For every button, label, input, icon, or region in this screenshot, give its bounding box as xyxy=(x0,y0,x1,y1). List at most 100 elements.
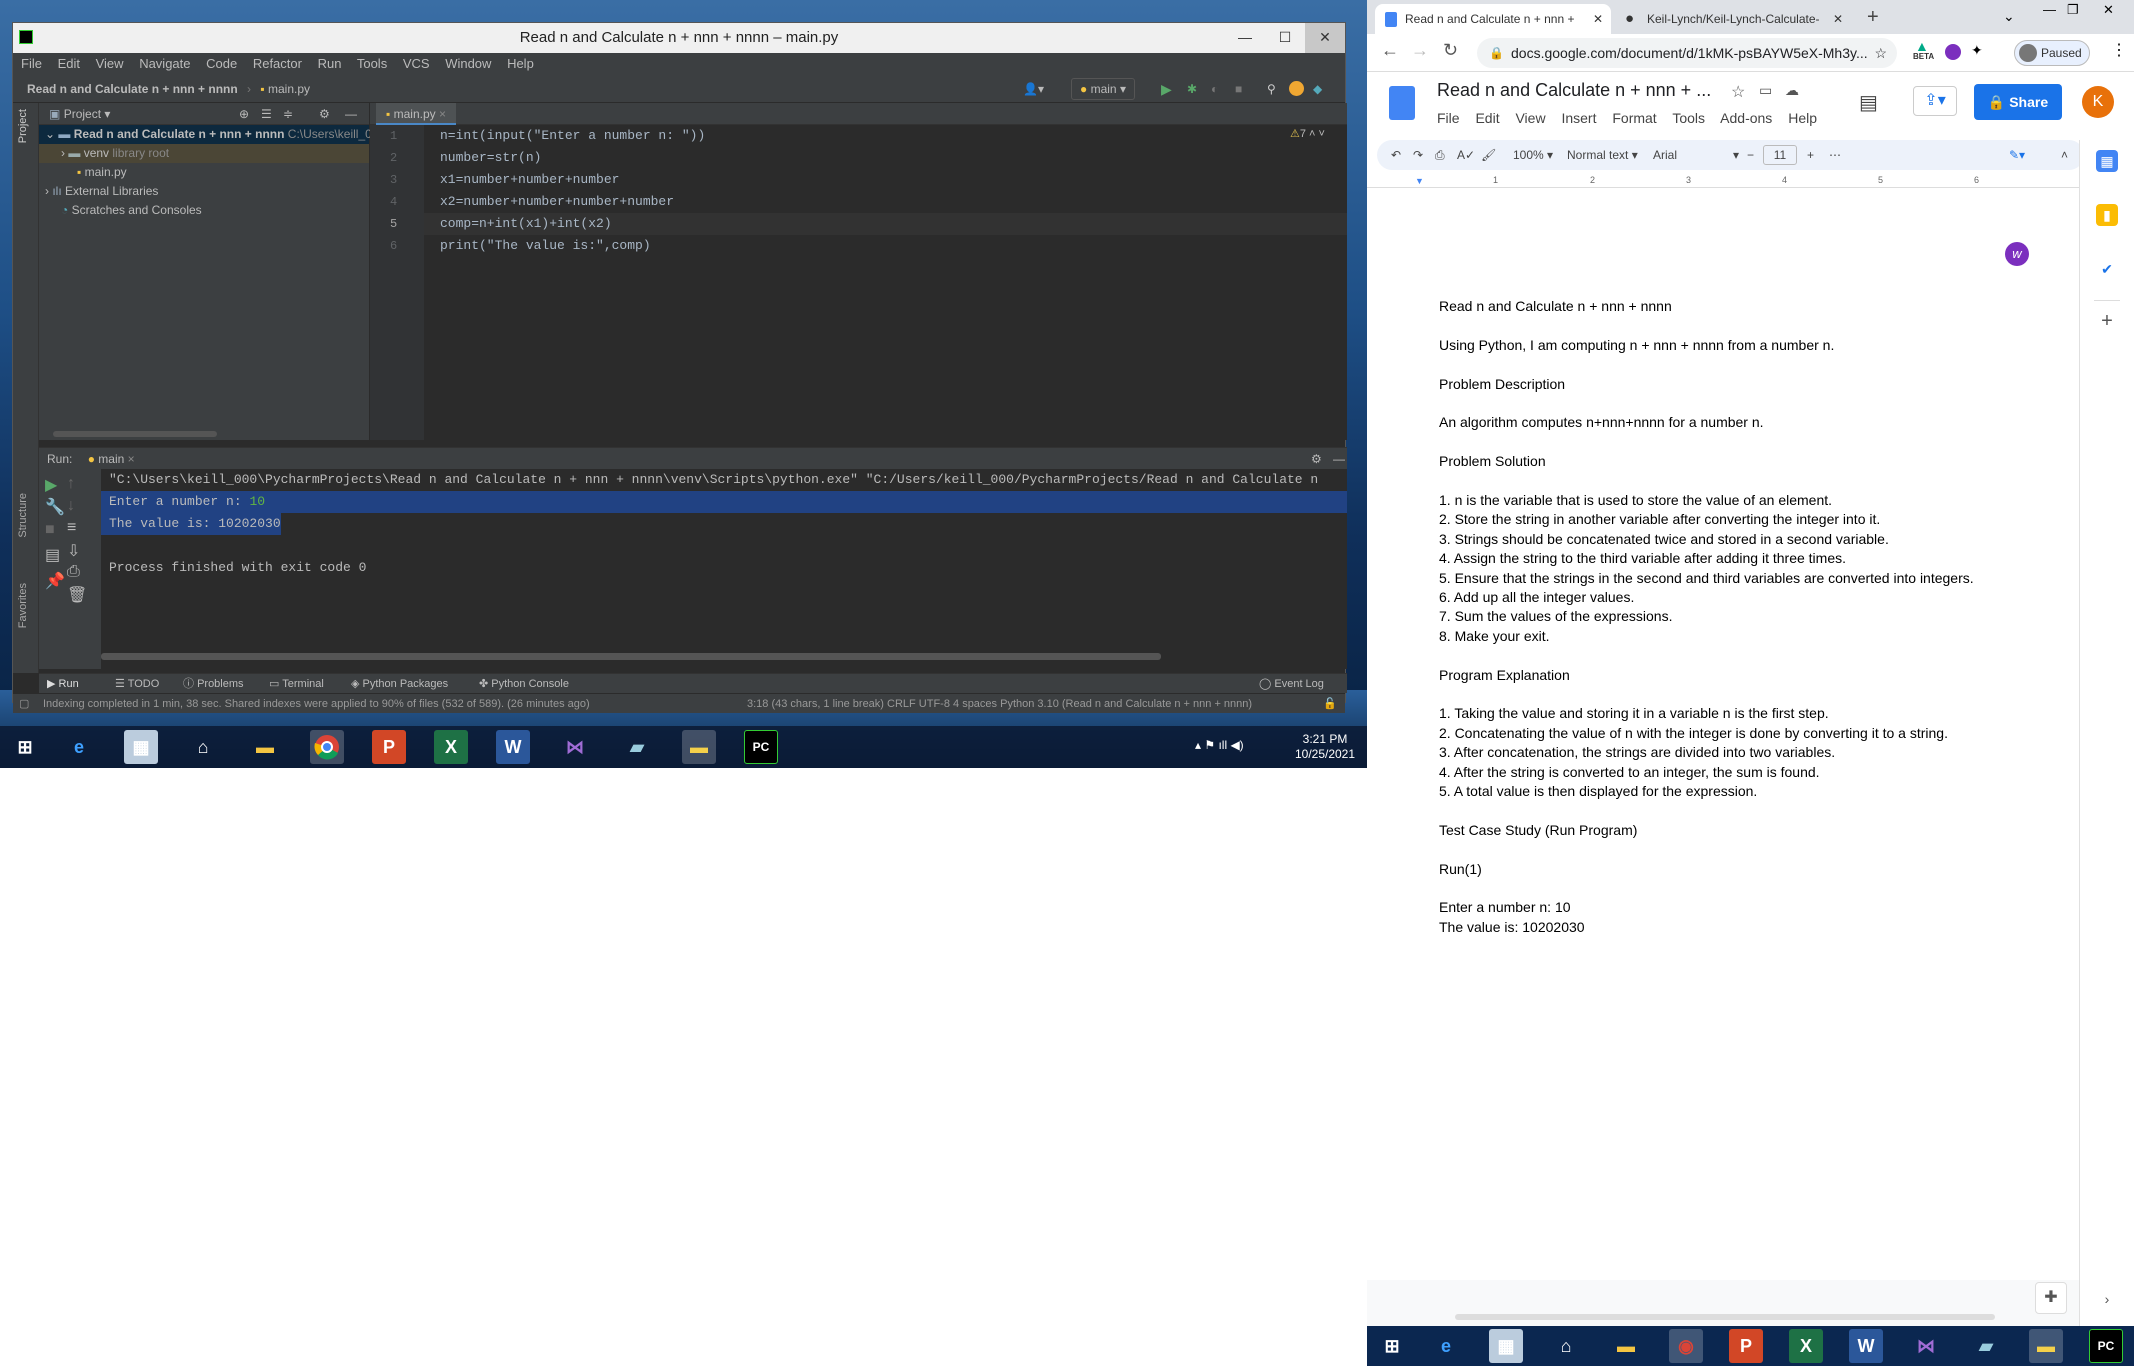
code-line[interactable]: x1=number+number+number xyxy=(440,169,619,191)
code-line[interactable]: number=str(n) xyxy=(440,147,541,169)
extension-w-icon[interactable]: w xyxy=(2005,242,2029,266)
run-console[interactable]: "C:\Users\keill_000\PycharmProjects\Read… xyxy=(101,469,1347,669)
print-icon[interactable]: ⎙ xyxy=(67,563,80,581)
close-tab-icon[interactable]: ✕ xyxy=(1833,4,1843,34)
pycharm-titlebar[interactable]: Read n and Calculate n + nnn + nnnn – ma… xyxy=(13,23,1345,53)
scroll-to-end-icon[interactable]: ⇩ xyxy=(67,541,80,561)
calculator-icon[interactable]: ▦ xyxy=(124,730,158,764)
code-line[interactable]: print("The value is:",comp) xyxy=(440,235,651,257)
file-explorer-icon[interactable]: ▬ xyxy=(248,730,282,764)
event-log-tab[interactable]: ◯ Event Log xyxy=(1259,674,1324,694)
file-explorer-icon[interactable]: ▬ xyxy=(1609,1329,1643,1363)
visual-studio-icon[interactable]: ⋈ xyxy=(558,730,592,764)
plugins-icon[interactable]: ◆ xyxy=(1313,75,1322,103)
powerpoint-icon[interactable]: P xyxy=(1729,1329,1763,1363)
print-icon[interactable]: ⎙ xyxy=(1435,140,1445,170)
bookmark-star-icon[interactable]: ☆ xyxy=(1874,38,1887,68)
share-button[interactable]: 🔒 Share xyxy=(1974,84,2062,120)
tree-main-py[interactable]: ▪ main.py xyxy=(77,163,127,182)
run-config-dropdown[interactable]: ● main ▾ xyxy=(1071,78,1135,100)
chrome-icon[interactable] xyxy=(310,730,344,764)
collapse-toolbar-icon[interactable]: ˄ xyxy=(2061,140,2068,170)
notepad-icon[interactable]: ▰ xyxy=(620,730,654,764)
docs-menu-format[interactable]: Format xyxy=(1612,110,1656,126)
keep-icon[interactable]: ▮ xyxy=(2096,204,2118,226)
chevron-right-icon[interactable]: › xyxy=(45,184,49,198)
bottom-tab-python-packages[interactable]: ◈ Python Packages xyxy=(351,674,448,694)
comments-icon[interactable]: ▤ xyxy=(1859,90,1878,115)
pycharm-taskbar-icon[interactable]: PC xyxy=(744,730,778,764)
font-select[interactable]: Arial ▾ xyxy=(1653,140,1739,170)
powerpoint-icon[interactable]: P xyxy=(372,730,406,764)
code-line[interactable]: comp=n+int(x1)+int(x2) xyxy=(440,213,612,235)
menu-refactor[interactable]: Refactor xyxy=(253,56,302,71)
menu-edit[interactable]: Edit xyxy=(58,56,80,71)
close-tab-icon[interactable]: × xyxy=(439,107,446,121)
extension-w-icon[interactable] xyxy=(1945,44,1961,60)
menu-code[interactable]: Code xyxy=(206,56,237,71)
breadcrumb-file[interactable]: main.py xyxy=(268,82,310,96)
window-minimize-button[interactable]: — xyxy=(2043,2,2056,17)
horizontal-scrollbar[interactable] xyxy=(1455,1314,1995,1320)
menu-tools[interactable]: Tools xyxy=(357,56,387,71)
doc-title[interactable]: Read n and Calculate n + nnn + ... xyxy=(1437,80,1711,101)
new-tab-icon[interactable]: + xyxy=(1867,6,1879,29)
font-size-increase-icon[interactable]: + xyxy=(1807,140,1814,170)
hide-run-panel-icon[interactable]: — xyxy=(1333,448,1345,470)
user-icon[interactable]: 👤▾ xyxy=(1023,75,1044,103)
paint-format-icon[interactable]: 🖌 xyxy=(1481,140,1496,170)
docs-menu-addons[interactable]: Add-ons xyxy=(1720,110,1772,126)
favorites-side-tab[interactable]: Favorites xyxy=(17,583,29,628)
window-close-button[interactable]: ✕ xyxy=(2103,2,2114,18)
beta-extension-icon[interactable]: ▲ BETA xyxy=(1913,38,1934,61)
update-icon[interactable] xyxy=(1289,81,1304,96)
stop-icon[interactable]: ■ xyxy=(1235,75,1242,103)
wrench-icon[interactable]: 🔧 xyxy=(45,497,65,517)
code-line[interactable]: n=int(input("Enter a number n: ")) xyxy=(440,125,705,147)
up-arrow-icon[interactable]: ↑ xyxy=(67,475,75,493)
undo-icon[interactable]: ↶ xyxy=(1391,140,1401,170)
chrome-icon[interactable]: ◉ xyxy=(1669,1329,1703,1363)
spellcheck-icon[interactable]: A✓ xyxy=(1457,140,1475,170)
bottom-tab-todo[interactable]: ☰ TODO xyxy=(115,674,159,694)
visual-studio-icon[interactable]: ⋈ xyxy=(1909,1329,1943,1363)
url-bar[interactable]: 🔒 docs.google.com/document/d/1kMK-psBAYW… xyxy=(1477,38,1897,68)
font-size-input[interactable]: 11 xyxy=(1763,145,1797,165)
calendar-icon[interactable]: ▦ xyxy=(2096,150,2118,172)
status-message[interactable]: Indexing completed in 1 min, 38 sec. Sha… xyxy=(43,698,590,710)
excel-icon[interactable]: X xyxy=(1789,1329,1823,1363)
start-icon[interactable]: ⊞ xyxy=(1375,1329,1409,1363)
close-tab-icon[interactable]: ✕ xyxy=(1593,4,1603,34)
add-addon-icon[interactable]: + xyxy=(2096,310,2118,332)
star-icon[interactable]: ☆ xyxy=(1731,82,1745,102)
cloud-status-icon[interactable]: ☁ xyxy=(1785,82,1799,99)
chevron-right-icon[interactable]: › xyxy=(61,146,65,160)
tree-external-libraries[interactable]: › ılı External Libraries xyxy=(45,182,158,201)
tab-search-icon[interactable]: ⌄ xyxy=(2003,8,2015,25)
tray-icons[interactable]: ▴ ⚑ ıll ◀) xyxy=(1195,738,1244,753)
soft-wrap-icon[interactable]: ≡ xyxy=(67,519,76,537)
run-tab[interactable]: main xyxy=(98,452,124,466)
forward-icon[interactable]: → xyxy=(1411,40,1429,61)
account-avatar[interactable]: K xyxy=(2082,86,2114,118)
project-side-tab[interactable]: Project xyxy=(17,109,29,143)
word-icon[interactable]: W xyxy=(1849,1329,1883,1363)
present-button-icon[interactable]: ⇪▾ xyxy=(1913,86,1957,116)
menu-view[interactable]: View xyxy=(96,56,124,71)
tree-root[interactable]: ⌄ ▬ Read n and Calculate n + nnn + nnnn … xyxy=(39,125,372,144)
project-scrollbar[interactable] xyxy=(53,431,217,437)
docs-menu-view[interactable]: View xyxy=(1515,110,1545,126)
docs-menu-tools[interactable]: Tools xyxy=(1672,110,1705,126)
clock[interactable]: 3:21 PM 10/25/2021 xyxy=(1290,732,1360,762)
excel-icon[interactable]: X xyxy=(434,730,468,764)
code-editor[interactable]: n=int(input("Enter a number n: ")) numbe… xyxy=(424,125,1347,440)
minimize-button[interactable]: — xyxy=(1225,23,1265,53)
docs-menu-help[interactable]: Help xyxy=(1788,110,1817,126)
docs-logo-icon[interactable] xyxy=(1389,86,1415,120)
calculator-icon[interactable]: ▦ xyxy=(1489,1329,1523,1363)
status-toggle-icon[interactable]: ▢ xyxy=(19,694,29,714)
close-button[interactable]: ✕ xyxy=(1305,23,1345,53)
notepad-icon[interactable]: ▰ xyxy=(1969,1329,2003,1363)
code-line[interactable]: x2=number+number+number+number xyxy=(440,191,674,213)
folder-icon[interactable]: ▬ xyxy=(682,730,716,764)
